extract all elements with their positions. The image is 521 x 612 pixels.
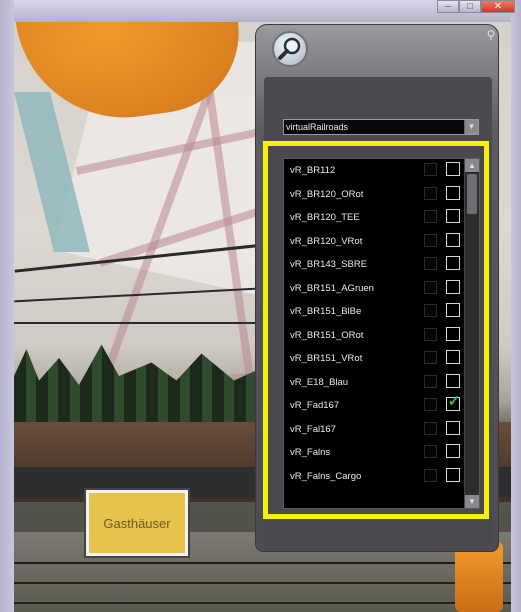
list-item-label: vR_BR151_VRot <box>290 353 363 364</box>
scroll-thumb[interactable] <box>467 174 477 214</box>
pin-icon[interactable]: ⚲ <box>484 28 498 42</box>
list-item[interactable]: vR_BR151_VRot <box>284 347 465 371</box>
item-checkbox[interactable] <box>446 444 460 458</box>
list-item-label: vR_Falns <box>290 447 331 458</box>
list-item[interactable]: vR_Fal167 <box>284 418 465 442</box>
minimize-button[interactable]: – <box>437 0 459 13</box>
item-checkbox[interactable] <box>446 326 460 341</box>
secondary-checkbox[interactable] <box>424 445 437 458</box>
secondary-checkbox[interactable] <box>424 374 437 388</box>
list-item[interactable]: vR_BR151_ORot <box>284 324 465 348</box>
list-item[interactable]: vR_Falns_Cargo <box>284 465 465 489</box>
item-checkbox[interactable] <box>446 303 460 317</box>
item-checkbox[interactable] <box>446 420 460 435</box>
list-item-label: vR_BR151_AGruen <box>290 282 374 294</box>
secondary-checkbox[interactable] <box>424 163 437 176</box>
item-checkbox[interactable] <box>446 256 460 270</box>
list-item-label: vR_BR151_BlBe <box>290 306 362 317</box>
list-item[interactable]: vR_Fad167 ✓ <box>284 394 465 418</box>
window-frame-left <box>0 0 14 612</box>
list-item-label: vR_BR120_TEE <box>290 212 360 223</box>
list-item[interactable]: vR_BR120_ORot <box>284 183 465 207</box>
model-list[interactable]: vR_BR112 vR_BR120_ORot vR_BR120_TEE vR_B… <box>283 158 480 509</box>
item-checkbox[interactable] <box>446 350 460 364</box>
list-item[interactable]: vR_BR151_AGruen <box>284 277 465 301</box>
secondary-checkbox[interactable] <box>424 210 437 223</box>
secondary-checkbox[interactable] <box>424 280 437 294</box>
list-item[interactable]: vR_Falns <box>284 441 465 465</box>
secondary-checkbox[interactable] <box>424 398 437 411</box>
window-controls: – □ ✕ <box>437 0 515 13</box>
minimize-icon: – <box>445 1 451 12</box>
item-checkbox[interactable] <box>446 209 460 223</box>
rail <box>14 582 511 584</box>
list-item-label: vR_BR120_VRot <box>290 235 363 247</box>
window-frame-right <box>511 0 521 612</box>
item-checkbox[interactable] <box>446 279 460 294</box>
list-item[interactable]: vR_BR151_BlBe <box>284 300 465 324</box>
item-checkbox[interactable] <box>446 185 460 200</box>
secondary-checkbox[interactable] <box>424 327 437 341</box>
rail <box>14 562 511 564</box>
list-item-label: vR_Fad167 <box>290 400 340 411</box>
chevron-down-icon[interactable]: ▼ <box>464 120 478 134</box>
list-item[interactable]: vR_BR120_TEE <box>284 206 465 230</box>
item-checkbox[interactable] <box>446 232 460 247</box>
list-item-label: vR_BR112 <box>290 165 336 176</box>
close-button[interactable]: ✕ <box>481 0 515 13</box>
secondary-checkbox[interactable] <box>424 257 437 270</box>
scene-orange-object <box>455 542 503 612</box>
magnifier-icon <box>278 37 301 60</box>
list-item[interactable]: vR_E18_Blau <box>284 371 465 395</box>
secondary-checkbox[interactable] <box>424 304 437 317</box>
list-item-label: vR_BR120_ORot <box>290 188 364 200</box>
checkmark-icon: ✓ <box>447 393 461 410</box>
list-item-label: vR_BR143_SBRE <box>290 259 368 270</box>
rail <box>14 602 511 604</box>
list-item-label: vR_Falns_Cargo <box>290 470 362 482</box>
scroll-down-icon[interactable]: ▼ <box>465 495 479 508</box>
list-item-label: vR_BR151_ORot <box>290 329 364 341</box>
secondary-checkbox[interactable] <box>424 421 437 435</box>
scroll-up-icon[interactable]: ▲ <box>465 159 479 172</box>
list-scrollbar[interactable]: ▲ ▼ <box>464 159 479 508</box>
category-dropdown-value: virtualRailroads <box>286 122 349 132</box>
maximize-button[interactable]: □ <box>459 0 481 13</box>
secondary-checkbox[interactable] <box>424 186 437 200</box>
secondary-checkbox[interactable] <box>424 468 437 482</box>
list-item-label: vR_E18_Blau <box>290 376 349 388</box>
scene-trees <box>14 344 264 430</box>
list-item[interactable]: vR_BR143_SBRE <box>284 253 465 277</box>
secondary-checkbox[interactable] <box>424 351 437 364</box>
list-item[interactable]: vR_BR112 <box>284 159 465 183</box>
close-icon: ✕ <box>493 1 503 12</box>
secondary-checkbox[interactable] <box>424 233 437 247</box>
station-sign: Gasthäuser <box>86 490 188 556</box>
item-checkbox[interactable] <box>446 373 460 388</box>
search-button[interactable] <box>272 31 308 67</box>
maximize-icon: □ <box>466 1 474 12</box>
item-checkbox[interactable] <box>446 467 460 482</box>
station-sign-text: Gasthäuser <box>103 515 171 531</box>
list-item-label: vR_Fal167 <box>290 423 336 435</box>
item-checkbox[interactable]: ✓ <box>446 393 461 411</box>
category-dropdown[interactable]: virtualRailroads ▼ <box>283 119 479 135</box>
list-item[interactable]: vR_BR120_VRot <box>284 230 465 254</box>
item-checkbox[interactable] <box>446 162 460 176</box>
